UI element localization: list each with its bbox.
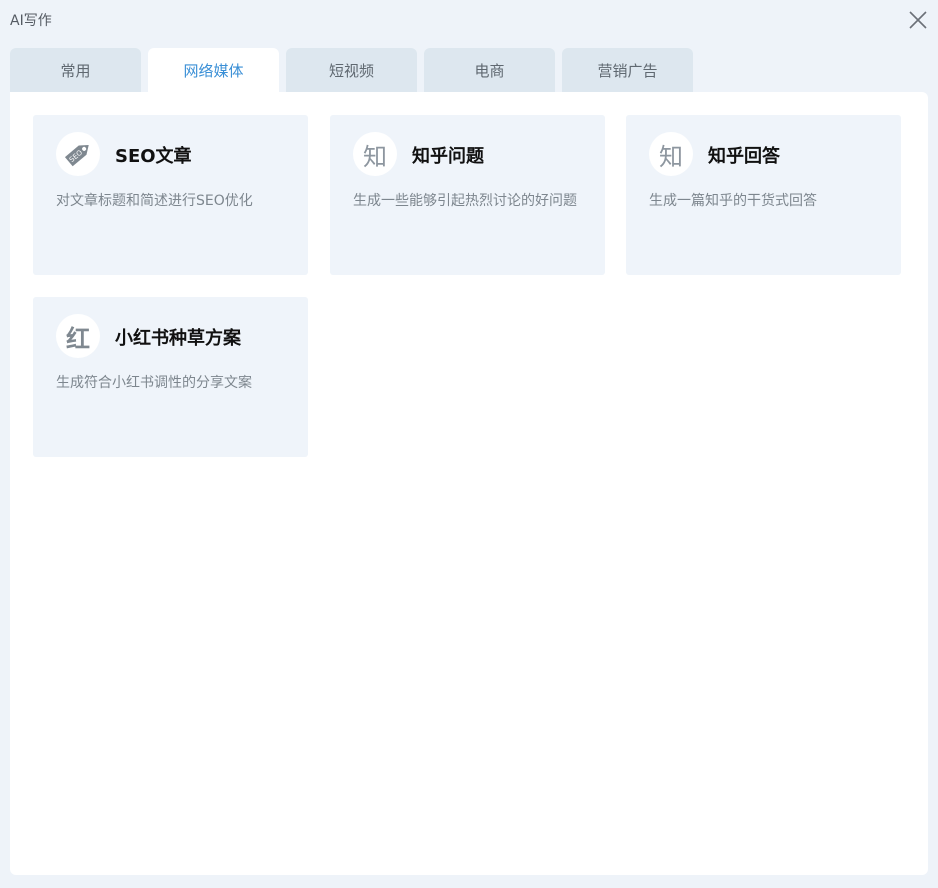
zhihu-icon: 知 xyxy=(353,132,397,176)
zhihu-icon: 知 xyxy=(649,132,693,176)
tab-short-video[interactable]: 短视频 xyxy=(286,48,417,92)
card-zhihu-question[interactable]: 知 知乎问题 生成一些能够引起热烈讨论的好问题 xyxy=(330,115,605,275)
card-title: 知乎问题 xyxy=(412,146,484,167)
tab-marketing-ads[interactable]: 营销广告 xyxy=(562,48,693,92)
tab-ecommerce[interactable]: 电商 xyxy=(424,48,555,92)
close-icon[interactable] xyxy=(908,10,928,30)
seo-tag-icon: SEO xyxy=(56,132,100,176)
card-description: 对文章标题和简述进行SEO优化 xyxy=(56,193,253,209)
category-tabs: 常用 网络媒体 短视频 电商 营销广告 xyxy=(10,48,693,92)
card-seo-article[interactable]: SEO SEO文章 对文章标题和简述进行SEO优化 xyxy=(33,115,308,275)
card-xiaohongshu[interactable]: 红 小红书种草方案 生成符合小红书调性的分享文案 xyxy=(33,297,308,457)
xiaohongshu-icon: 红 xyxy=(56,314,100,358)
card-title: 知乎回答 xyxy=(708,146,780,167)
card-zhihu-answer[interactable]: 知 知乎回答 生成一篇知乎的干货式回答 xyxy=(626,115,901,275)
card-description: 生成一些能够引起热烈讨论的好问题 xyxy=(353,193,577,209)
card-title: 小红书种草方案 xyxy=(115,328,241,349)
window-title: AI写作 xyxy=(10,13,52,29)
card-description: 生成符合小红书调性的分享文案 xyxy=(56,375,252,391)
tab-common[interactable]: 常用 xyxy=(10,48,141,92)
tab-network-media[interactable]: 网络媒体 xyxy=(148,48,279,92)
card-description: 生成一篇知乎的干货式回答 xyxy=(649,193,817,209)
card-title: SEO文章 xyxy=(115,146,192,167)
content-panel: SEO SEO文章 对文章标题和简述进行SEO优化 知 知乎问题 生成一些能够引… xyxy=(10,92,928,875)
